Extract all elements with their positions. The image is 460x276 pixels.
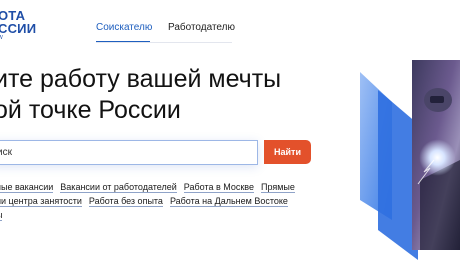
- search-box: [0, 140, 258, 165]
- quick-links-row: ы: [0, 210, 9, 221]
- quick-links-row: ии центра занятости Работа без опыта Работ…: [0, 196, 295, 207]
- hero-title: ите работу вашей мечты ой точке России: [0, 64, 324, 126]
- quick-link[interactable]: ы: [0, 210, 3, 221]
- hero-title-line-2: ой точке России: [0, 96, 181, 124]
- quick-link[interactable]: Прямые: [261, 182, 295, 193]
- tabs-divider: [96, 42, 232, 43]
- logo-line-2: ССИИ: [0, 21, 37, 36]
- quick-link[interactable]: Вакансии от работодателей: [60, 182, 177, 193]
- quick-link[interactable]: Работа в Москве: [183, 182, 254, 193]
- hero-title-line-1: ите работу вашей мечты: [0, 65, 282, 93]
- tab-employers[interactable]: Работодателю: [168, 22, 235, 33]
- quick-link[interactable]: ные вакансии: [0, 182, 54, 193]
- logo[interactable]: ОТА ССИИ W: [0, 9, 36, 42]
- quick-link[interactable]: Работа на Дальнем Востоке: [169, 196, 288, 207]
- logo-subtext: W: [0, 35, 3, 41]
- welder-visor: [430, 96, 444, 103]
- quick-link[interactable]: ии центра занятости: [0, 196, 82, 207]
- quick-links-row: ные вакансии Вакансии от работодателей Раб…: [0, 182, 302, 193]
- search-input[interactable]: [0, 141, 247, 164]
- quick-link[interactable]: Работа без опыта: [88, 196, 163, 207]
- search-button[interactable]: Найти: [264, 140, 311, 164]
- hero-illustration: [360, 60, 460, 260]
- tab-job-seekers[interactable]: Соискателю: [96, 22, 152, 33]
